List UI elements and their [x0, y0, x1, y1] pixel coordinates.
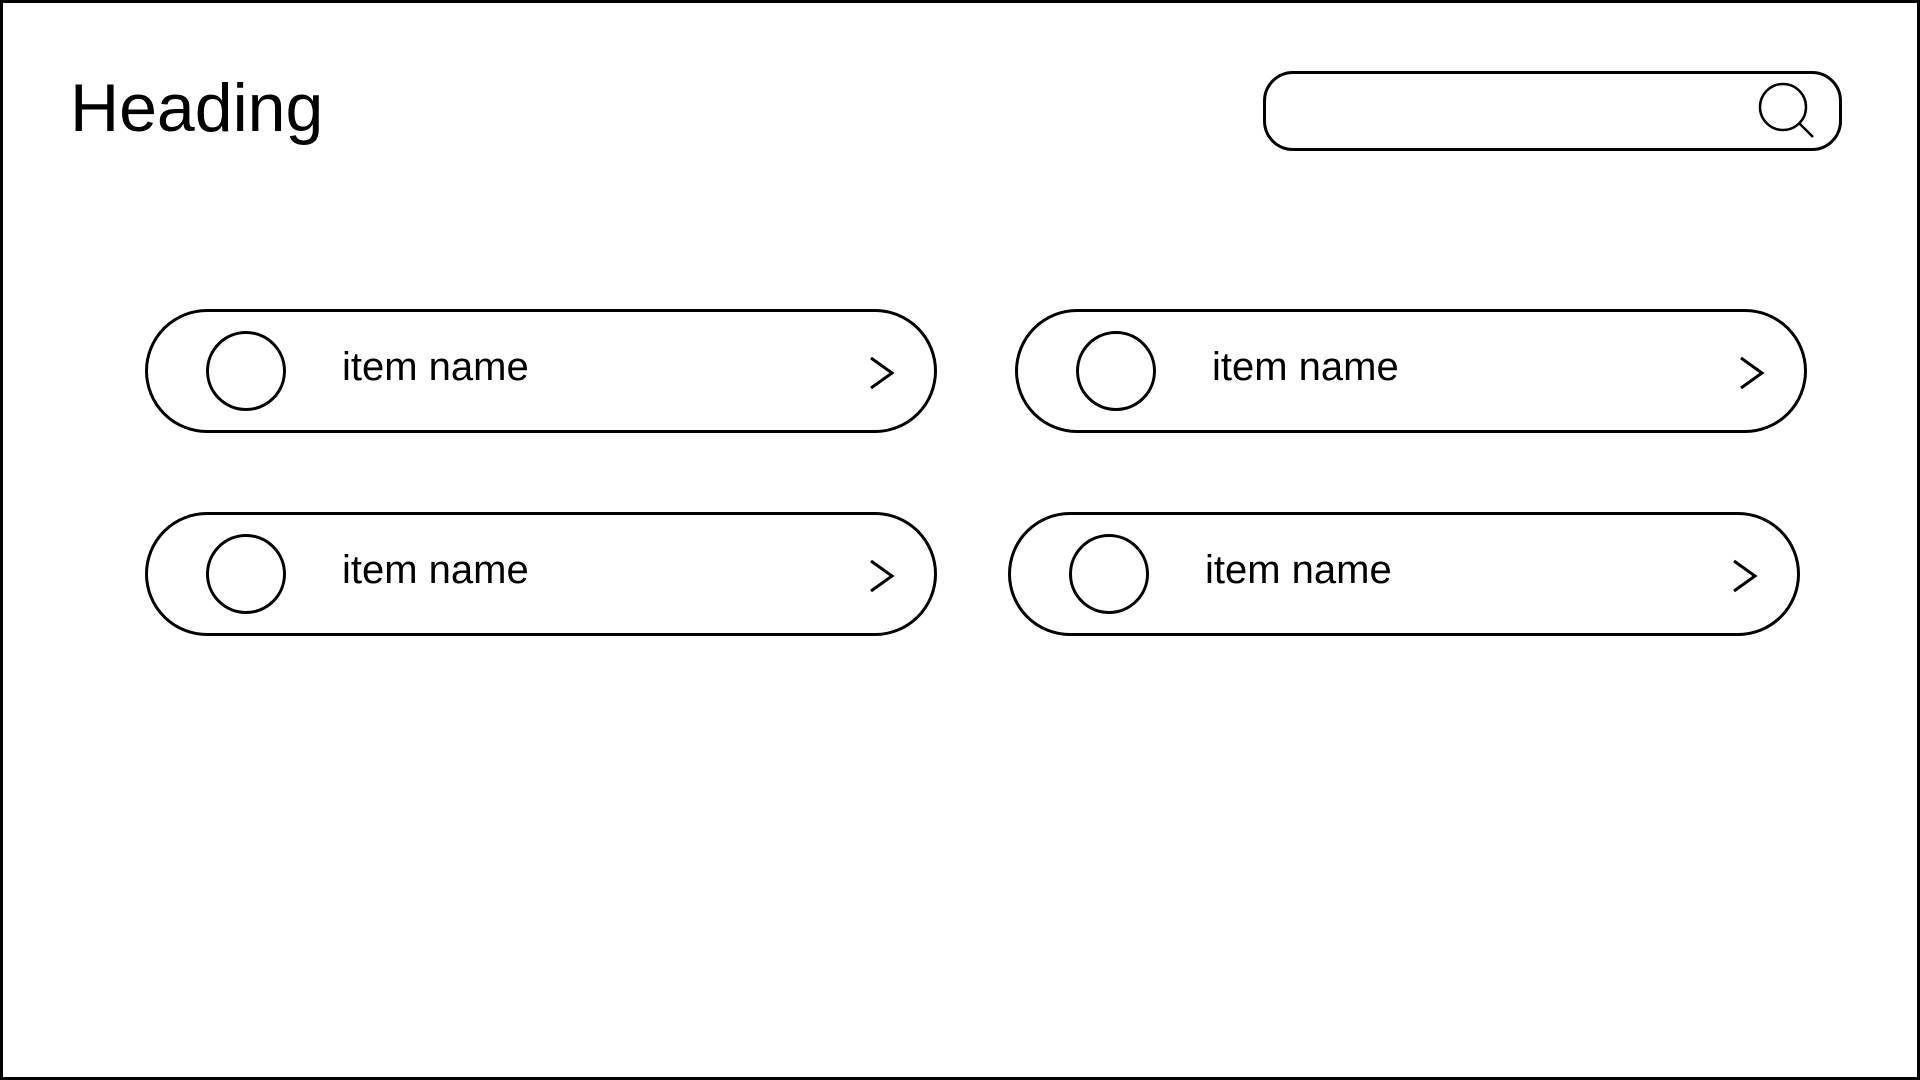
item-label: item name — [342, 345, 529, 389]
avatar — [1069, 534, 1149, 614]
chevron-right-icon — [1731, 559, 1759, 593]
search-icon[interactable] — [1758, 82, 1818, 142]
avatar — [206, 331, 286, 411]
chevron-right-icon — [1738, 356, 1766, 390]
search-bar[interactable] — [1263, 71, 1842, 151]
item-label: item name — [1212, 345, 1399, 389]
list-item[interactable]: item name — [1015, 309, 1807, 433]
list-item[interactable]: item name — [145, 512, 937, 636]
avatar — [206, 534, 286, 614]
page-title: Heading — [70, 70, 324, 146]
avatar — [1076, 331, 1156, 411]
item-label: item name — [1205, 548, 1392, 592]
list-item[interactable]: item name — [1008, 512, 1800, 636]
item-label: item name — [342, 548, 529, 592]
chevron-right-icon — [868, 356, 896, 390]
search-input[interactable] — [1290, 74, 1774, 150]
chevron-right-icon — [868, 559, 896, 593]
list-item[interactable]: item name — [145, 309, 937, 433]
